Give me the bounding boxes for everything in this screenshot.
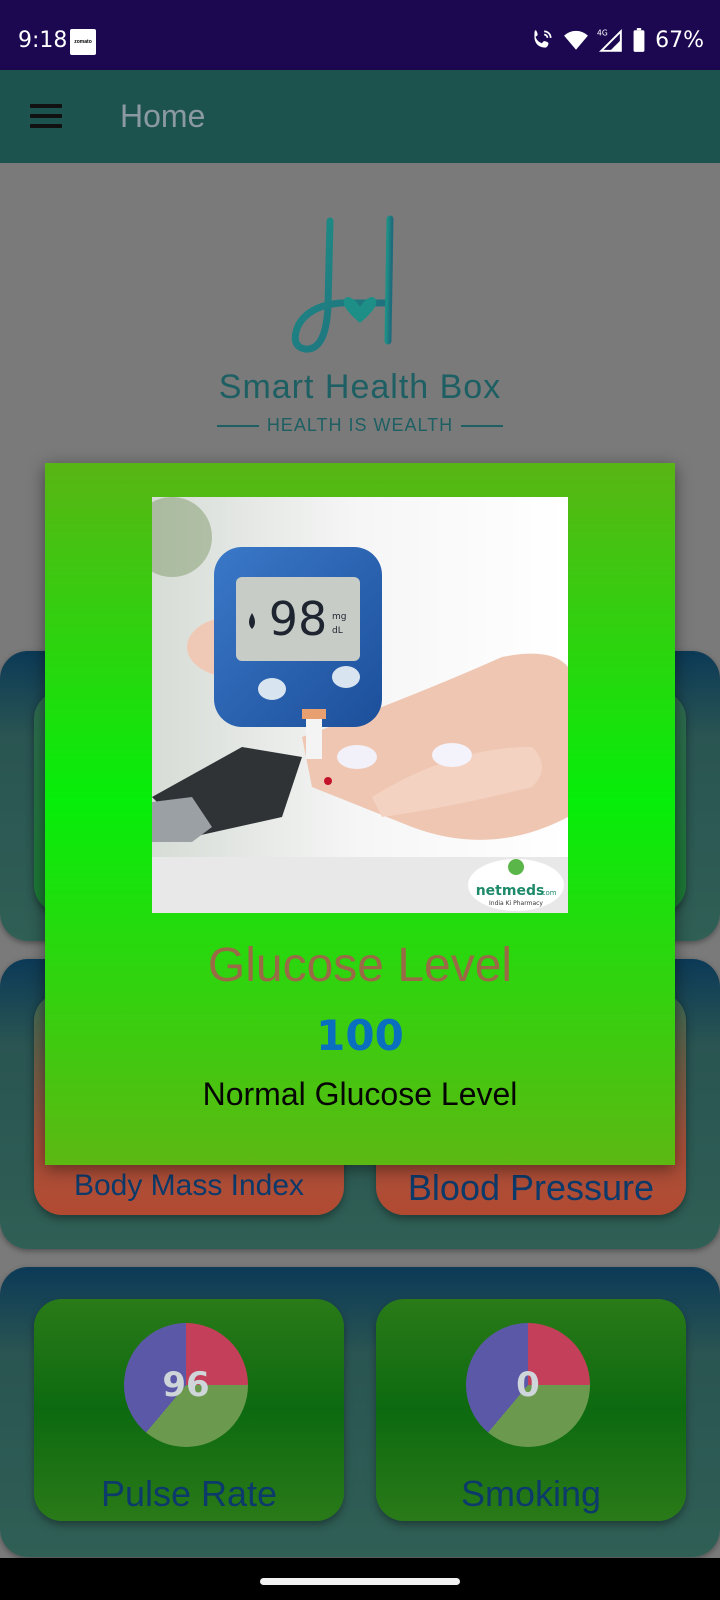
pulse-rate-label: Pulse Rate (100, 1473, 278, 1514)
glucose-level-dialog[interactable]: 98 mg dL netmeds .com India Ki Pharmacy … (45, 463, 675, 1165)
pulse-rate-card[interactable]: 96 Pulse Rate (34, 1299, 344, 1521)
app-bar: Home (0, 70, 720, 163)
status-time: 9:18 (18, 28, 68, 53)
body-mass-index-label: Body Mass Index (73, 1169, 305, 1202)
page-title: Home (120, 98, 206, 134)
status-icons: 4G 67% (529, 26, 704, 54)
meter-unit-bottom: dL (332, 626, 343, 636)
netmeds-tagline: India Ki Pharmacy (489, 900, 543, 907)
blood-pressure-label: Blood Pressure (407, 1167, 655, 1208)
logo-name: Smart Health Box (218, 368, 502, 406)
glucose-status: Normal Glucose Level (202, 1076, 518, 1112)
netmeds-brand: netmeds (476, 883, 545, 899)
pulse-rate-gauge: 96 (124, 1323, 248, 1447)
smoking-label: Smoking (460, 1473, 602, 1514)
network-type-label: 4G (597, 29, 608, 38)
wifi-icon (564, 30, 589, 50)
status-bar: 9:18 zomato 4G 67% (0, 0, 720, 70)
home-gesture-handle[interactable] (260, 1578, 460, 1585)
hamburger-menu-icon[interactable] (30, 104, 62, 128)
signal-icon: 4G (597, 29, 622, 52)
logo-tagline: HEALTH IS WEALTH (0, 415, 720, 436)
dialog-title: Glucose Level (207, 939, 513, 992)
pulse-rate-value: 96 (162, 1365, 210, 1405)
meter-unit-top: mg (332, 612, 346, 622)
card-group-3: 96 Pulse Rate 0 Smoking (0, 1267, 720, 1557)
smoking-value: 0 (516, 1365, 540, 1405)
navigation-bar (0, 1558, 720, 1600)
smoking-card[interactable]: 0 Smoking (376, 1299, 686, 1521)
glucose-meter-image: 98 mg dL netmeds .com India Ki Pharmacy (152, 497, 568, 913)
battery-icon (633, 28, 645, 52)
netmeds-suffix: .com (539, 889, 556, 897)
smoking-gauge: 0 (466, 1323, 590, 1447)
zomato-notification-icon: zomato (70, 29, 96, 55)
glucose-value: 100 (316, 1011, 404, 1060)
wifi-call-icon (534, 30, 552, 48)
battery-percentage: 67% (655, 27, 704, 53)
meter-reading: 98 (269, 592, 328, 646)
